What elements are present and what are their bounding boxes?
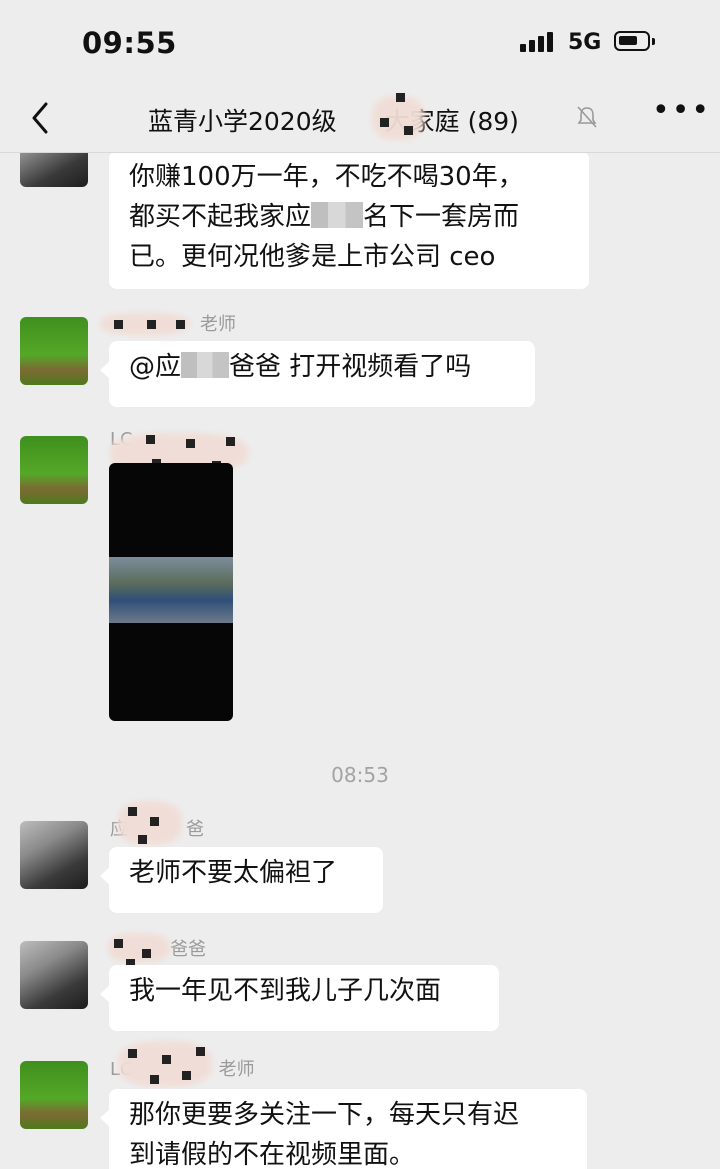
network-type: 5G xyxy=(568,30,602,55)
chat-header: 蓝青小学2020级 大家庭 (89) ••• xyxy=(0,88,720,153)
video-thumbnail xyxy=(109,557,233,623)
more-options-icon[interactable]: ••• xyxy=(652,96,709,136)
status-bar: 09:55 5G xyxy=(0,0,720,88)
chat-timestamp: 08:53 xyxy=(331,763,389,787)
avatar[interactable] xyxy=(20,153,88,187)
mute-bell-icon xyxy=(577,106,597,128)
avatar[interactable] xyxy=(20,821,88,889)
chat-title: 蓝青小学2020级 大家庭 (89) xyxy=(148,107,519,136)
signal-icon xyxy=(520,32,560,52)
message-bubble[interactable]: @应 爸爸 打开视频看了吗 xyxy=(100,341,535,407)
message-bubble[interactable]: 我一年见不到我儿子几次面 xyxy=(100,965,499,1031)
avatar[interactable] xyxy=(20,941,88,1009)
message-bubble[interactable]: 那你更要多关注一下，每天只有迟 到请假的不在视频里面。 xyxy=(100,1089,587,1169)
message-bubble[interactable]: 你赚100万一年，不吃不喝30年， 都买不起我家应 名下一套房而 已。更何况他爹是… xyxy=(109,153,589,289)
avatar[interactable] xyxy=(20,317,88,385)
redaction-mosaic xyxy=(108,933,170,963)
avatar[interactable] xyxy=(20,1061,88,1129)
avatar[interactable] xyxy=(20,436,88,504)
battery-icon xyxy=(614,31,655,51)
status-time: 09:55 xyxy=(82,26,177,60)
video-message[interactable] xyxy=(109,463,233,721)
back-arrow-icon[interactable] xyxy=(22,98,62,138)
chat-area: 你赚100万一年，不吃不喝30年， 都买不起我家应 名下一套房而 已。更何况他爹是… xyxy=(0,153,720,1169)
message-bubble[interactable]: 老师不要太偏袒了 xyxy=(100,847,383,913)
